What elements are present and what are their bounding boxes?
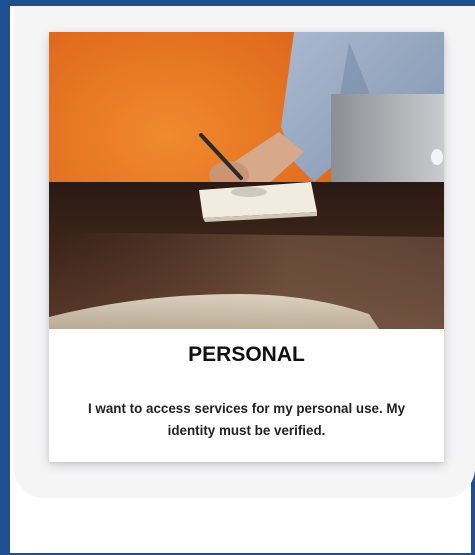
office-desk-photo (49, 32, 444, 329)
personal-account-card[interactable]: PERSONAL I want to access services for m… (49, 32, 444, 462)
card-title: PERSONAL (188, 343, 305, 366)
card-description: I want to access services for my persona… (87, 401, 406, 438)
